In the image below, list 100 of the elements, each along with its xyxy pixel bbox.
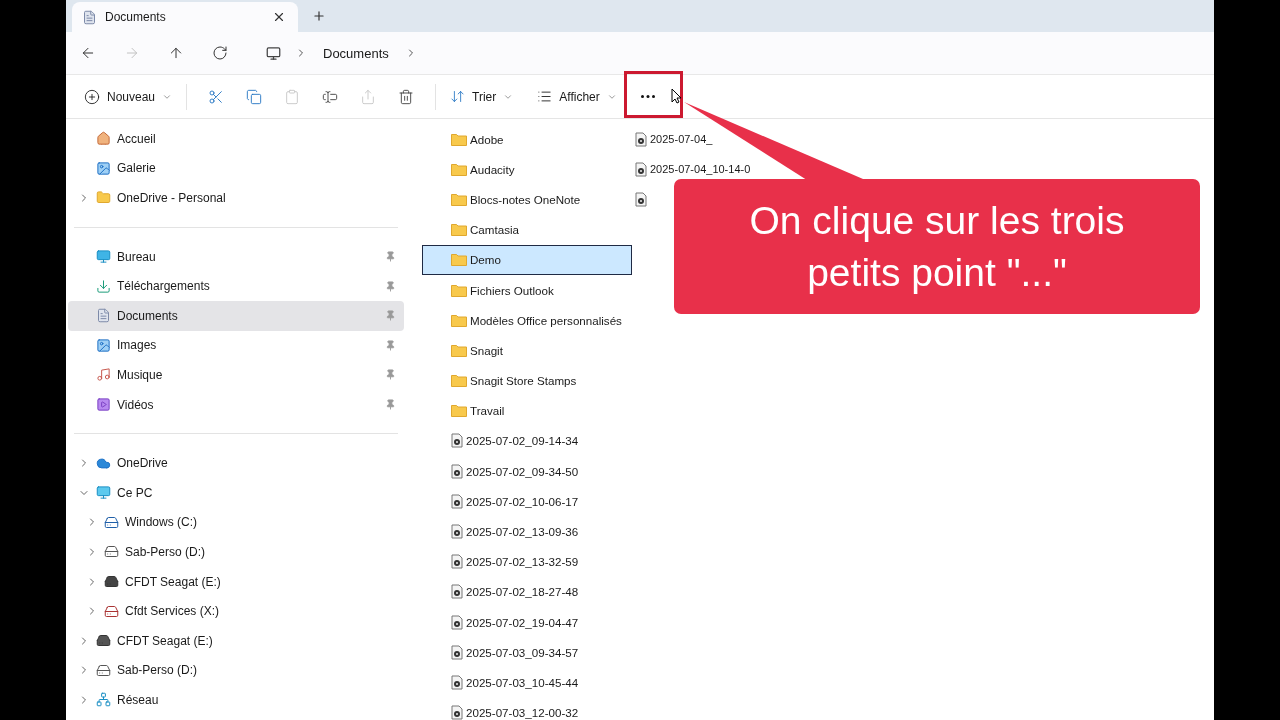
plus-icon: [312, 9, 326, 23]
file-item[interactable]: 2025-07-03_10-45-44: [422, 667, 632, 698]
sidebar-item[interactable]: Windows (C:): [68, 507, 404, 538]
sidebar-item[interactable]: OneDrive - Personal: [68, 183, 404, 213]
video-file-icon: [635, 191, 647, 207]
up-icon: [168, 45, 184, 61]
drive-icon: [96, 633, 111, 649]
folder-icon: [451, 132, 467, 146]
file-item[interactable]: 2025-07-02_18-27-48: [422, 576, 632, 607]
folder-icon: [451, 162, 467, 176]
file-name: Snagit Store Stamps: [470, 374, 577, 388]
clipboard-icon: [284, 88, 301, 105]
sidebar-item[interactable]: Bureau: [68, 241, 404, 272]
file-name: 2025-07-02_10-06-17: [466, 494, 579, 508]
folder-item[interactable]: Snagit: [422, 335, 632, 366]
gallery-icon: [96, 160, 111, 176]
folder-icon: [451, 313, 467, 327]
close-icon: [272, 10, 286, 24]
sidebar-item[interactable]: CFDT Seagat (E:): [68, 566, 404, 597]
file-name: Snagit: [470, 343, 503, 357]
folder-icon: [451, 343, 467, 357]
music-icon: [96, 367, 111, 383]
sidebar-item[interactable]: CFDT Seagat (E:): [68, 625, 404, 656]
file-item[interactable]: 2025-07-02_13-09-36: [422, 516, 632, 547]
file-item[interactable]: 2025-07-03_09-34-57: [422, 637, 632, 668]
video-file-icon: [451, 493, 463, 509]
file-name: 2025-07-03_12-00-32: [466, 706, 579, 720]
sidebar-item[interactable]: Musique: [68, 360, 404, 390]
file-item[interactable]: 2025-07-02_09-34-50: [422, 456, 632, 487]
sidebar-item[interactable]: Cfdt Services (X:): [68, 596, 404, 626]
file-name: 2025-07-02_09-14-34: [466, 434, 579, 448]
file-name: 2025-07-04_: [650, 133, 713, 146]
file-item[interactable]: 2025-07-02_19-04-47: [422, 607, 632, 638]
trash-icon: [398, 88, 415, 105]
folder-item[interactable]: Fichiers Outlook: [422, 274, 632, 306]
folder-item[interactable]: Demo: [422, 244, 632, 275]
video-file-icon: [451, 433, 463, 449]
video-file-icon: [451, 614, 463, 630]
folder-item[interactable]: Snagit Store Stamps: [422, 365, 632, 396]
folder-item[interactable]: Modèles Office personnalisés: [422, 305, 632, 336]
video-file-icon: [451, 554, 463, 570]
file-name: Blocs-notes OneNote: [470, 192, 581, 206]
sidebar-item[interactable]: Accueil: [68, 124, 404, 154]
file-name: Fichiers Outlook: [470, 283, 554, 297]
home-icon: [96, 131, 111, 147]
file-name: 2025-07-02_13-09-36: [466, 525, 579, 539]
forward-icon: [124, 45, 140, 61]
sidebar-item[interactable]: Documents: [68, 300, 404, 331]
document-icon: [82, 9, 97, 25]
folder-icon: [451, 404, 467, 418]
sidebar-item[interactable]: Galerie: [68, 153, 404, 184]
sidebar-item[interactable]: Images: [68, 330, 404, 361]
folder-item[interactable]: Travail: [422, 395, 632, 426]
file-name: Modèles Office personnalisés: [470, 313, 622, 327]
folder-item[interactable]: Audacity: [422, 154, 632, 185]
video-file-icon: [451, 463, 463, 479]
file-name: 2025-07-04_10-14-0: [650, 163, 751, 176]
file-name: Camtasia: [470, 223, 519, 237]
tab-title: Documents: [105, 10, 167, 24]
more-icon: [640, 95, 655, 98]
document-icon: [96, 308, 111, 324]
folder-item[interactable]: Adobe: [422, 124, 632, 155]
download-icon: [96, 278, 111, 294]
scissors-icon: [208, 88, 225, 105]
folder-icon: [451, 253, 467, 267]
share-icon: [360, 88, 377, 105]
video-file-icon: [635, 131, 647, 147]
file-item[interactable]: 2025-07-02_10-06-17: [422, 486, 632, 517]
list-icon: [537, 89, 553, 104]
sidebar-item[interactable]: Réseau: [68, 685, 404, 715]
desktop-icon: [96, 249, 111, 265]
sort-icon: [450, 89, 466, 104]
video-file-icon: [451, 644, 463, 660]
picture-icon: [96, 337, 111, 353]
folder-icon: [451, 192, 467, 206]
video-file-icon: [451, 674, 463, 690]
tab[interactable]: Documents: [72, 2, 298, 32]
folder-item[interactable]: Blocs-notes OneNote: [422, 184, 632, 215]
sidebar-item[interactable]: Sab-Perso (D:): [68, 655, 404, 686]
folder-item[interactable]: Camtasia: [422, 214, 632, 245]
file-item[interactable]: 2025-07-03_12-00-32: [422, 697, 632, 720]
sidebar-item[interactable]: Ce PC: [68, 477, 404, 508]
video-icon: [96, 397, 111, 413]
file-item[interactable]: 2025-07-02_09-14-34: [422, 425, 632, 457]
computer-icon: [96, 485, 111, 501]
file-name: Demo: [470, 253, 501, 267]
view-button[interactable]: Afficher: [533, 85, 621, 108]
file-item[interactable]: 2025-07-02_13-32-59: [422, 546, 632, 577]
breadcrumb-item[interactable]: Documents: [321, 43, 391, 63]
file-item[interactable]: 2025-07-04_: [632, 124, 716, 155]
folder-icon: [451, 283, 467, 297]
file-name: 2025-07-02_18-27-48: [466, 585, 579, 599]
sort-button[interactable]: Trier: [446, 85, 518, 108]
sidebar-item[interactable]: Téléchargements: [68, 271, 404, 301]
sidebar-item[interactable]: Sab-Perso (D:): [68, 537, 404, 567]
sidebar-item[interactable]: OneDrive: [68, 448, 404, 478]
file-name: 2025-07-02_09-34-50: [466, 464, 579, 478]
sidebar-item[interactable]: Vidéos: [68, 389, 404, 420]
new-button[interactable]: Nouveau: [80, 84, 177, 109]
folder-icon: [451, 374, 467, 388]
